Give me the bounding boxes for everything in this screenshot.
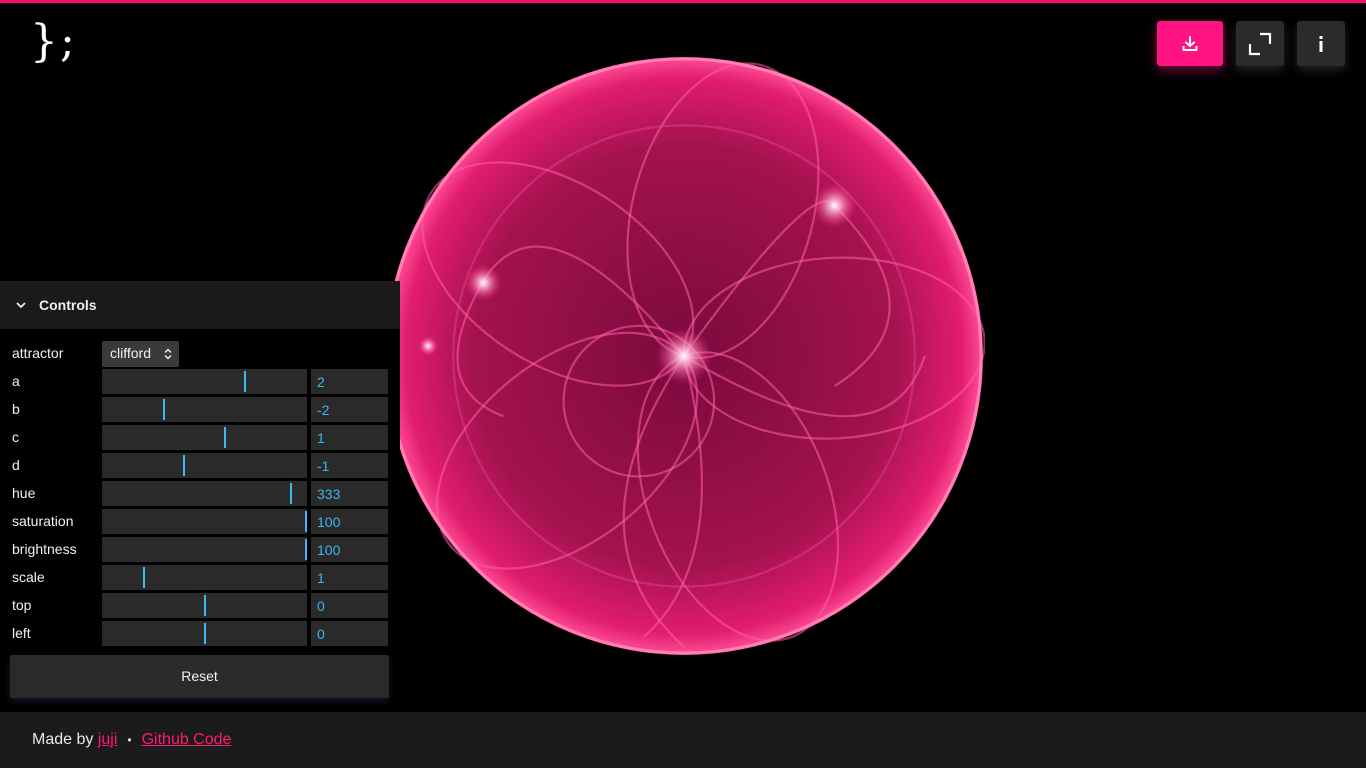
controls-title: Controls xyxy=(39,297,97,313)
logo[interactable]: }; xyxy=(30,18,77,66)
d-label: d xyxy=(12,457,20,473)
top-accent-bar xyxy=(0,0,1366,3)
c-number-input[interactable]: 1 xyxy=(311,425,388,450)
made-by-text: Made by xyxy=(32,731,94,748)
info-icon xyxy=(1319,35,1323,52)
left-number-input[interactable]: 0 xyxy=(311,621,388,646)
attractor-canvas xyxy=(385,57,985,655)
brightness-label: brightness xyxy=(12,541,77,557)
row-b: b -2 xyxy=(0,397,400,423)
d-slider-handle[interactable] xyxy=(183,455,185,476)
left-label: left xyxy=(12,625,31,641)
a-slider[interactable] xyxy=(102,369,307,394)
top-slider-handle[interactable] xyxy=(204,595,206,616)
top-label: top xyxy=(12,597,32,613)
row-saturation: saturation 100 xyxy=(0,509,400,535)
scale-slider-handle[interactable] xyxy=(143,567,145,588)
c-slider-handle[interactable] xyxy=(224,427,226,448)
b-slider[interactable] xyxy=(102,397,307,422)
attractor-label: attractor xyxy=(12,345,64,361)
b-slider-handle[interactable] xyxy=(163,399,165,420)
saturation-number-input[interactable]: 100 xyxy=(311,509,388,534)
a-label: a xyxy=(12,373,20,389)
row-d: d -1 xyxy=(0,453,400,479)
fullscreen-button[interactable] xyxy=(1236,21,1284,66)
expand-icon xyxy=(1248,32,1272,55)
c-slider[interactable] xyxy=(102,425,307,450)
info-button[interactable] xyxy=(1297,21,1345,66)
row-attractor: attractor clifford xyxy=(0,341,400,367)
row-left: left 0 xyxy=(0,621,400,647)
a-number-input[interactable]: 2 xyxy=(311,369,388,394)
reset-button[interactable]: Reset xyxy=(10,655,389,698)
hue-label: hue xyxy=(12,485,36,501)
download-button[interactable] xyxy=(1157,21,1223,66)
d-slider[interactable] xyxy=(102,453,307,478)
row-hue: hue 333 xyxy=(0,481,400,507)
row-c: c1 xyxy=(0,425,400,451)
saturation-label: saturation xyxy=(12,513,74,529)
download-icon xyxy=(1182,35,1198,51)
row-top: top 0 xyxy=(0,593,400,619)
chevron-down-icon xyxy=(16,302,26,309)
row-scale: scale 1 xyxy=(0,565,400,591)
brightness-number-input[interactable]: 100 xyxy=(311,537,388,562)
saturation-slider-handle[interactable] xyxy=(305,511,307,532)
attractor-select[interactable]: clifford xyxy=(102,341,179,367)
select-arrows-icon xyxy=(164,348,172,360)
github-link[interactable]: Github Code xyxy=(142,731,232,749)
controls-panel: Controls attractor clifford a 2 b -2 c 1 d -1 hu… xyxy=(0,281,400,711)
scale-slider[interactable] xyxy=(102,565,307,590)
author-link[interactable]: juji xyxy=(98,731,118,749)
top-number-input[interactable]: 0 xyxy=(311,593,388,618)
saturation-slider[interactable] xyxy=(102,509,307,534)
row-brightness: brightness 100 xyxy=(0,537,400,563)
brightness-slider-handle[interactable] xyxy=(305,539,307,560)
row-a: a2 xyxy=(0,369,400,395)
hue-slider-handle[interactable] xyxy=(290,483,292,504)
controls-header[interactable]: Controls xyxy=(0,281,400,329)
c-label: c xyxy=(12,429,19,445)
scale-number-input[interactable]: 1 xyxy=(311,565,388,590)
a-slider-handle[interactable] xyxy=(244,371,246,392)
scale-label: scale xyxy=(12,569,45,585)
b-label: b xyxy=(12,401,20,417)
brightness-slider[interactable] xyxy=(102,537,307,562)
top-slider[interactable] xyxy=(102,593,307,618)
attractor-value: clifford xyxy=(110,345,151,361)
footer-separator: • xyxy=(127,733,132,747)
left-slider-handle[interactable] xyxy=(204,623,206,644)
hue-number-input[interactable]: 333 xyxy=(311,481,388,506)
hue-slider[interactable] xyxy=(102,481,307,506)
footer: Made by juji • Github Code xyxy=(0,712,1366,768)
b-number-input[interactable]: -2 xyxy=(311,397,388,422)
d-number-input[interactable]: -1 xyxy=(311,453,388,478)
left-slider[interactable] xyxy=(102,621,307,646)
